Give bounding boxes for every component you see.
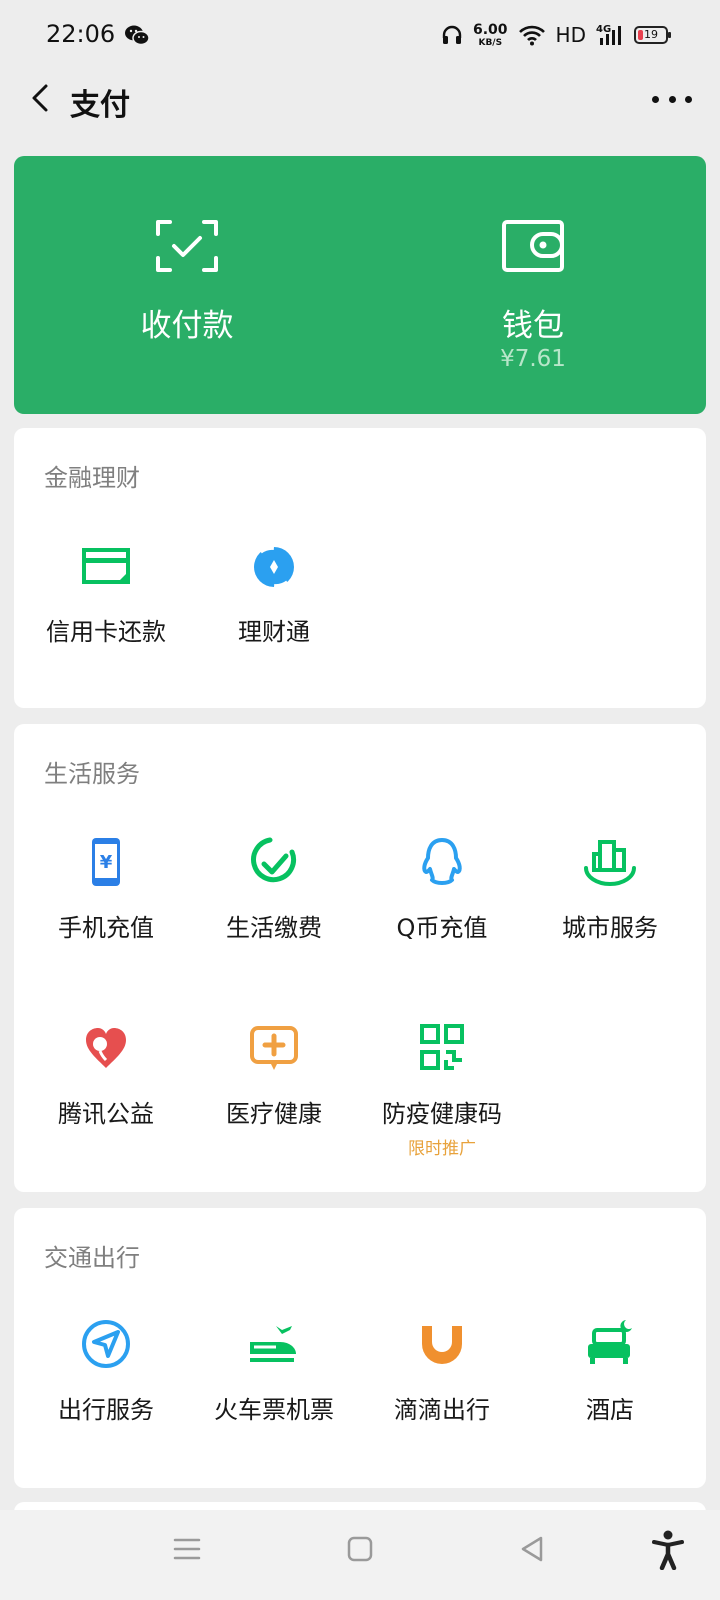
qq-icon [422,838,462,885]
train-plane-icon [250,1326,296,1362]
nav-bar: 支付 [0,70,720,130]
status-bar: 22:06 6.00 KB/S HD 4G 19 [0,0,720,70]
wealth-button[interactable]: 理财通 [190,538,358,668]
page-title: 支付 [70,88,130,123]
wechat-status-icon [125,25,150,46]
battery-icon: 19 [634,26,671,44]
travel-services-button[interactable]: 出行服务 [22,1316,190,1446]
hotel-icon [588,1320,632,1364]
didi-button[interactable]: 滴滴出行 [358,1316,526,1446]
system-navigation-bar [0,1510,720,1600]
pay-receive-button[interactable]: 收付款 [14,156,360,414]
city-services-button[interactable]: 城市服务 [526,834,694,964]
finance-section: 金融理财 信用卡还款 理财通 [14,428,706,708]
life-services-section: 生活服务 ¥ 手机充值 生活缴费 Q币充值 城市服务 腾讯公益 医疗健康 防疫健… [14,724,706,1192]
finance-section-title: 金融理财 [44,464,140,492]
bill-pay-icon [251,837,297,883]
wallet-label: 钱包 [502,308,564,344]
health-code-label: 防疫健康码 [382,1100,502,1128]
medical-health-button[interactable]: 医疗健康 [190,1020,358,1150]
back-button[interactable] [22,78,62,118]
accessibility-icon[interactable] [650,1530,686,1570]
charity-icon [86,1028,126,1068]
wallet-icon [502,220,564,272]
life-services-section-title: 生活服务 [44,760,140,788]
travel-section: 交通出行 出行服务 火车票机票 滴滴出行 酒店 [14,1208,706,1488]
q-coin-topup-label: Q币充值 [396,914,488,942]
wallet-button[interactable]: 钱包 ¥7.61 [360,156,706,414]
train-plane-tickets-button[interactable]: 火车票机票 [190,1316,358,1446]
tencent-charity-label: 腾讯公益 [58,1100,154,1128]
qr-code-icon [420,1024,464,1070]
q-coin-topup-button[interactable]: Q币充值 [358,834,526,964]
status-time: 22:06 [46,20,116,48]
signal-icon [600,26,621,45]
menu-icon[interactable] [172,1534,202,1564]
medical-icon [250,1026,298,1070]
bill-pay-label: 生活缴费 [226,914,322,942]
train-plane-tickets-label: 火车票机票 [214,1396,334,1424]
wealth-icon [254,543,294,591]
hotel-button[interactable]: 酒店 [526,1316,694,1446]
phone-topup-label: 手机充值 [58,914,154,942]
navigation-icon [82,1320,130,1368]
more-dot [685,95,692,103]
travel-section-title: 交通出行 [44,1244,140,1272]
credit-card-repay-label: 信用卡还款 [46,618,166,646]
credit-card-repay-button[interactable]: 信用卡还款 [22,538,190,668]
didi-icon [422,1326,462,1364]
cellular-signal: 4G [596,24,624,46]
hd-indicator: HD [555,23,586,47]
didi-label: 滴滴出行 [394,1396,490,1424]
back-nav-icon[interactable] [517,1534,547,1564]
wallet-balance: ¥7.61 [500,346,566,372]
more-dot [668,95,676,103]
svg-text:¥: ¥ [100,852,113,873]
pay-receive-label: 收付款 [140,308,234,344]
city-services-label: 城市服务 [562,914,658,942]
payment-card: 收付款 钱包 ¥7.61 [14,156,706,414]
city-icon [584,840,636,886]
bill-pay-button[interactable]: 生活缴费 [190,834,358,964]
wifi-icon [518,25,545,46]
headphones-icon [442,25,462,44]
more-options-button[interactable] [652,84,692,114]
net-speed: 6.00 KB/S [473,21,508,48]
phone-topup-icon: ¥ [92,838,120,886]
health-code-button[interactable]: 防疫健康码 限时推广 [358,1020,526,1159]
travel-services-label: 出行服务 [58,1396,154,1424]
wealth-label: 理财通 [238,618,310,646]
promo-badge: 限时推广 [408,1139,476,1159]
tencent-charity-button[interactable]: 腾讯公益 [22,1020,190,1150]
credit-card-icon [82,548,130,584]
phone-topup-button[interactable]: ¥ 手机充值 [22,834,190,964]
scan-icon [156,220,218,272]
home-icon[interactable] [345,1534,375,1564]
more-dot [652,95,659,103]
medical-health-label: 医疗健康 [226,1100,322,1128]
hotel-label: 酒店 [586,1396,634,1424]
